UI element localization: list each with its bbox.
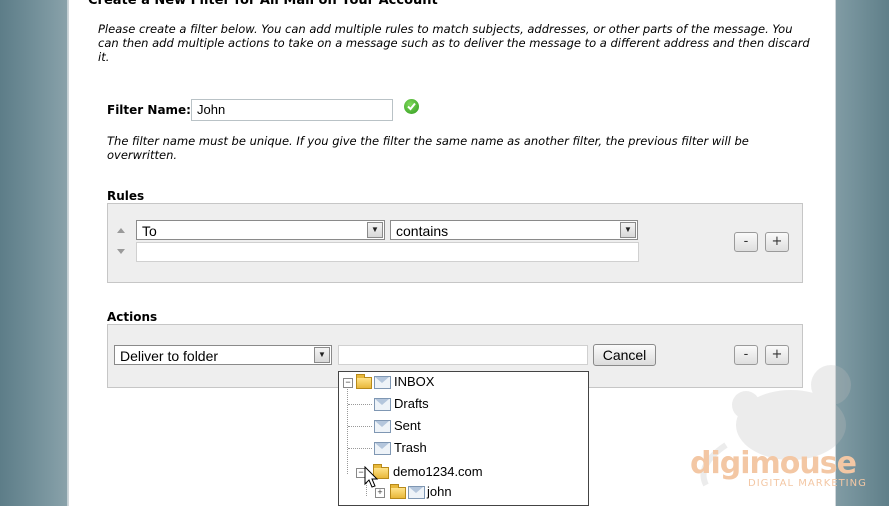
collapse-icon[interactable]: −: [343, 378, 353, 388]
tree-item-trash[interactable]: Trash: [339, 439, 579, 457]
mail-icon: [408, 486, 425, 499]
rule-field-select[interactable]: To ▼: [136, 220, 385, 240]
tree-item-label: Sent: [394, 418, 421, 433]
valid-check-icon: [404, 99, 419, 114]
rule-condition-select[interactable]: contains ▼: [390, 220, 638, 240]
chevron-down-icon[interactable]: ▼: [367, 222, 383, 238]
tree-item-label: INBOX: [394, 374, 435, 389]
actions-heading: Actions: [107, 310, 158, 324]
tree-item-sent[interactable]: Sent: [339, 417, 579, 435]
watermark-brand: digimouse: [690, 446, 857, 481]
chevron-down-icon[interactable]: ▼: [314, 347, 330, 363]
tree-line: [348, 426, 372, 427]
filter-name-input[interactable]: John: [191, 99, 393, 121]
action-select-value: Deliver to folder: [120, 348, 219, 364]
tree-line: [348, 404, 372, 405]
page-title: Create a New Filter for All Mail on Your…: [88, 0, 438, 8]
mouse-pointer-icon: [364, 466, 379, 488]
tree-item-label: Trash: [394, 440, 427, 455]
intro-text: Please create a filter below. You can ad…: [98, 22, 810, 64]
tree-item-inbox[interactable]: − INBOX: [339, 373, 579, 391]
destination-folder-input[interactable]: [338, 345, 588, 365]
tree-item-label: demo1234.com: [393, 464, 483, 479]
rule-condition-value: contains: [396, 223, 449, 239]
filter-name-label: Filter Name:: [107, 103, 191, 117]
tree-line: [348, 448, 372, 449]
watermark-tagline: DIGITAL MARKETING: [748, 478, 867, 489]
folder-open-icon: [356, 374, 372, 389]
tree-item-drafts[interactable]: Drafts: [339, 395, 579, 413]
rule-match-input[interactable]: [136, 242, 639, 262]
folder-icon: [390, 484, 406, 499]
add-rule-button[interactable]: +: [765, 232, 789, 252]
rules-heading: Rules: [107, 189, 145, 203]
mail-icon: [374, 442, 391, 455]
move-up-icon[interactable]: [117, 228, 125, 233]
mail-icon: [374, 376, 391, 389]
rule-field-value: To: [142, 223, 157, 239]
action-select[interactable]: Deliver to folder ▼: [114, 345, 332, 365]
tree-item-label: john: [427, 484, 452, 499]
remove-rule-button[interactable]: -: [734, 232, 758, 252]
tree-item-label: Drafts: [394, 396, 429, 411]
mail-icon: [374, 420, 391, 433]
move-down-icon[interactable]: [117, 249, 125, 254]
chevron-down-icon[interactable]: ▼: [620, 222, 636, 238]
mail-icon: [374, 398, 391, 411]
cancel-button[interactable]: Cancel: [593, 344, 656, 366]
unique-name-note: The filter name must be unique. If you g…: [107, 134, 749, 162]
